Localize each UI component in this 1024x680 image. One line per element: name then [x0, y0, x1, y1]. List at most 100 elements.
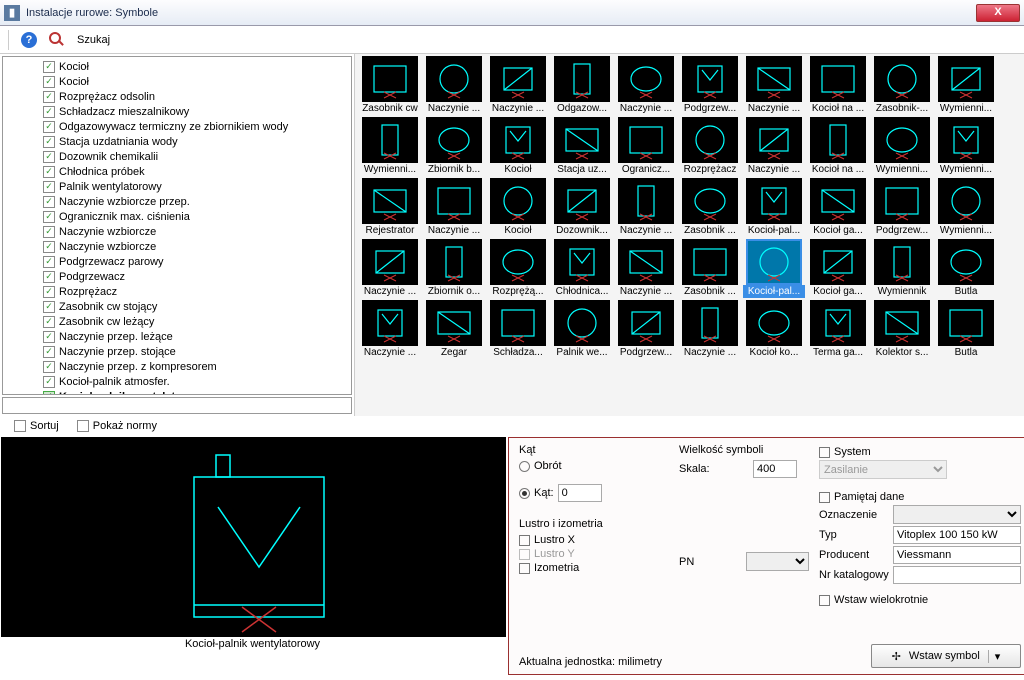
tree-item[interactable]: ✓Rozprężacz — [41, 284, 351, 299]
tree-item[interactable]: ✓Naczynie przep. stojące — [41, 344, 351, 359]
tree-item[interactable]: ✓Podgrzewacz — [41, 269, 351, 284]
symbol-thumb[interactable]: Wymienni... — [871, 117, 933, 176]
close-button[interactable]: X — [976, 4, 1020, 22]
tree-item[interactable]: ✓Ogranicznik max. ciśnienia — [41, 209, 351, 224]
symbol-thumb[interactable]: Kocioł-pal... — [743, 239, 805, 298]
rotate-radio[interactable]: Obrót — [519, 460, 669, 472]
search-icon[interactable] — [49, 32, 65, 48]
symbol-thumb[interactable]: Zasobnik ... — [679, 178, 741, 237]
tree-item[interactable]: ✓Naczynie przep. leżące — [41, 329, 351, 344]
symbol-thumb[interactable]: Schładza... — [487, 300, 549, 359]
remember-checkbox[interactable]: Pamiętaj dane — [819, 491, 1021, 503]
insert-symbol-button[interactable]: ✢ Wstaw symbol ▾ — [871, 644, 1021, 668]
symbol-thumb[interactable]: Naczynie ... — [487, 56, 549, 115]
symbol-thumb[interactable]: Kocioł na ... — [807, 56, 869, 115]
symbol-thumb[interactable]: Podgrzew... — [679, 56, 741, 115]
symbol-thumb[interactable]: Kolektor s... — [871, 300, 933, 359]
symbol-thumb[interactable]: Rozprężacz — [679, 117, 741, 176]
symbol-thumb[interactable]: Kocioł ga... — [807, 178, 869, 237]
symbol-thumb[interactable]: Naczynie ... — [615, 178, 677, 237]
tree-item[interactable]: ✓Kocioł-palnik wentylatorowy — [41, 389, 351, 395]
symbol-thumb[interactable]: Wymienni... — [935, 117, 997, 176]
pn-select[interactable] — [746, 552, 809, 571]
symbol-thumb[interactable]: Wymienni... — [935, 178, 997, 237]
tree-item[interactable]: ✓Zasobnik cw leżący — [41, 314, 351, 329]
symbol-thumb[interactable]: Odgazow... — [551, 56, 613, 115]
symbol-thumb[interactable]: Wymiennik — [871, 239, 933, 298]
symbol-thumb[interactable]: Kocioł na ... — [807, 117, 869, 176]
symbol-tree[interactable]: ✓Kocioł✓Kocioł✓Rozprężacz odsolin✓Schład… — [2, 56, 352, 395]
angle-radio[interactable]: Kąt: — [519, 484, 669, 502]
symbol-thumb[interactable]: Naczynie ... — [615, 56, 677, 115]
tree-item[interactable]: ✓Zasobnik cw stojący — [41, 299, 351, 314]
tree-item[interactable]: ✓Palnik wentylatorowy — [41, 179, 351, 194]
search-label[interactable]: Szukaj — [77, 34, 110, 46]
symbol-thumb[interactable]: Ogranicz... — [615, 117, 677, 176]
insert-multi-checkbox[interactable]: Wstaw wielokrotnie — [819, 594, 1021, 606]
symbol-thumb[interactable]: Zasobnik cw — [359, 56, 421, 115]
symbol-thumb[interactable]: Wymienni... — [935, 56, 997, 115]
symbol-thumb[interactable]: Naczynie ... — [423, 178, 485, 237]
symbol-thumb[interactable]: Palnik we... — [551, 300, 613, 359]
tree-item[interactable]: ✓Kocioł-palnik atmosfer. — [41, 374, 351, 389]
symbol-thumb[interactable]: Kocioł — [487, 178, 549, 237]
symbol-thumb[interactable]: Terma ga... — [807, 300, 869, 359]
grid-hscroll[interactable] — [357, 397, 1024, 414]
scale-input[interactable] — [753, 460, 797, 478]
thumb-image — [618, 56, 674, 102]
symbol-thumb[interactable]: Wymienni... — [359, 117, 421, 176]
tree-item[interactable]: ✓Kocioł — [41, 74, 351, 89]
symbol-thumb[interactable]: Naczynie ... — [359, 300, 421, 359]
tree-item[interactable]: ✓Rozprężacz odsolin — [41, 89, 351, 104]
chevron-down-icon[interactable]: ▾ — [988, 650, 1001, 663]
isometry-checkbox[interactable]: Izometria — [519, 562, 669, 574]
symbol-thumb[interactable]: Butla — [935, 239, 997, 298]
type-input[interactable] — [893, 526, 1021, 544]
tree-item[interactable]: ✓Chłodnica próbek — [41, 164, 351, 179]
symbol-thumb[interactable]: Dozownik... — [551, 178, 613, 237]
tree-item[interactable]: ✓Naczynie wzbiorcze — [41, 239, 351, 254]
symbol-thumb[interactable]: Naczynie ... — [423, 56, 485, 115]
symbol-thumb[interactable]: Rozprężą... — [487, 239, 549, 298]
symbol-thumb[interactable]: Naczynie ... — [743, 117, 805, 176]
symbol-thumb[interactable]: Rejestrator — [359, 178, 421, 237]
symbol-thumb[interactable]: Podgrzew... — [615, 300, 677, 359]
symbol-thumb[interactable]: Kocioł ga... — [807, 239, 869, 298]
symbol-thumb[interactable]: Zasobnik-... — [871, 56, 933, 115]
mark-select[interactable] — [893, 505, 1021, 524]
maker-input[interactable] — [893, 546, 1021, 564]
symbol-thumb[interactable]: Chłodnica... — [551, 239, 613, 298]
symbol-thumb[interactable]: Naczynie ... — [615, 239, 677, 298]
symbol-thumb[interactable]: Naczynie ... — [359, 239, 421, 298]
help-icon[interactable]: ? — [21, 32, 37, 48]
tree-item[interactable]: ✓Dozownik chemikalii — [41, 149, 351, 164]
tree-item[interactable]: ✓Stacja uzdatniania wody — [41, 134, 351, 149]
tree-item[interactable]: ✓Podgrzewacz parowy — [41, 254, 351, 269]
symbol-thumb[interactable]: Butla — [935, 300, 997, 359]
symbol-thumb[interactable]: Kocioł — [487, 117, 549, 176]
sort-checkbox[interactable]: Sortuj — [14, 420, 59, 432]
symbol-thumb[interactable]: Kocioł ko... — [743, 300, 805, 359]
mirror-x-checkbox[interactable]: Lustro X — [519, 534, 669, 546]
show-norms-checkbox[interactable]: Pokaż normy — [77, 420, 157, 432]
symbol-thumb[interactable]: Zbiornik b... — [423, 117, 485, 176]
symbol-thumb[interactable]: Naczynie ... — [743, 56, 805, 115]
catno-input[interactable] — [893, 566, 1021, 584]
system-checkbox[interactable]: System — [819, 446, 1021, 458]
tree-item[interactable]: ✓Schładzacz mieszalnikowy — [41, 104, 351, 119]
symbol-thumb[interactable]: Naczynie ... — [679, 300, 741, 359]
symbol-grid[interactable]: Zasobnik cwNaczynie ...Naczynie ...Odgaz… — [355, 54, 1024, 397]
angle-input[interactable] — [558, 484, 602, 502]
symbol-thumb[interactable]: Zasobnik ... — [679, 239, 741, 298]
symbol-thumb[interactable]: Zbiornik o... — [423, 239, 485, 298]
tree-item[interactable]: ✓Naczynie przep. z kompresorem — [41, 359, 351, 374]
tree-item[interactable]: ✓Naczynie wzbiorcze — [41, 224, 351, 239]
symbol-thumb[interactable]: Zegar — [423, 300, 485, 359]
symbol-thumb[interactable]: Stacja uz... — [551, 117, 613, 176]
symbol-thumb[interactable]: Kocioł-pal... — [743, 178, 805, 237]
tree-item[interactable]: ✓Naczynie wzbiorcze przep. — [41, 194, 351, 209]
tree-item[interactable]: ✓Kocioł — [41, 59, 351, 74]
tree-item[interactable]: ✓Odgazowywacz termiczny ze zbiornikiem w… — [41, 119, 351, 134]
tree-hscroll[interactable] — [2, 397, 352, 414]
symbol-thumb[interactable]: Podgrzew... — [871, 178, 933, 237]
